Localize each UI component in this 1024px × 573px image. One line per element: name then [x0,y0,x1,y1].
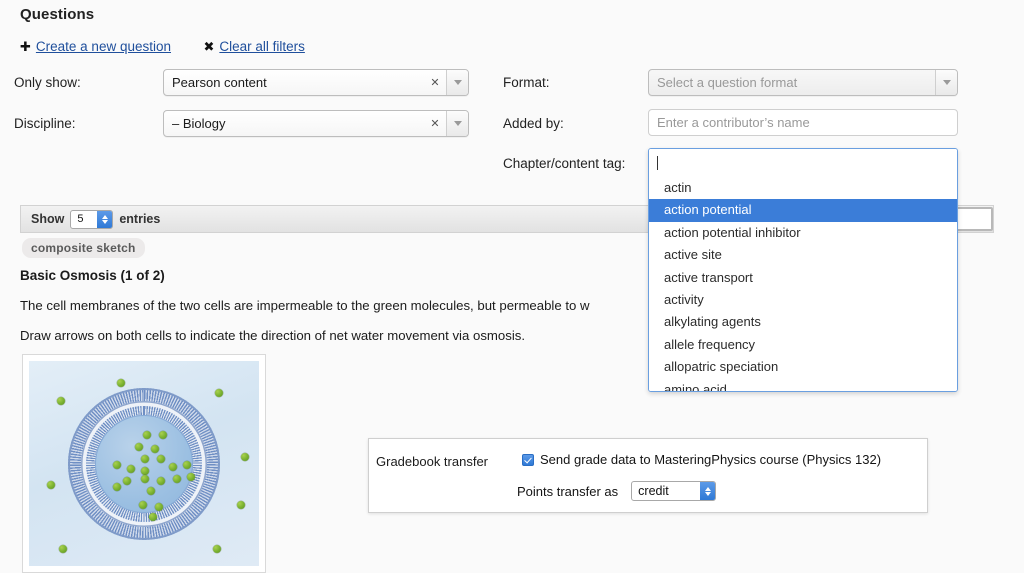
gradebook-transfer-label: Gradebook transfer [376,454,488,469]
list-item[interactable]: action potential inhibitor [649,222,957,244]
only-show-clear-icon[interactable]: ✕ [424,70,446,95]
stepper-icon[interactable] [700,482,715,500]
question-title: Basic Osmosis (1 of 2) [20,268,165,283]
page-title: Questions [20,6,94,23]
list-item[interactable]: activity [649,289,957,311]
clear-all-filters-label: Clear all filters [219,39,305,54]
entries-per-page-select[interactable]: 5 [70,210,113,229]
osmosis-cell-figure [22,354,266,573]
question-line-2: Draw arrows on both cells to indicate th… [20,328,525,343]
points-transfer-label: Points transfer as [517,484,618,499]
discipline-dropdown-button[interactable] [446,111,468,136]
status-badge: composite sketch [22,238,145,258]
added-by-placeholder: Enter a contributor’s name [649,110,957,135]
page-actions: ✚ Create a new question ✖ Clear all filt… [20,38,333,56]
list-item[interactable]: allopatric speciation [649,356,957,378]
chevron-down-icon [943,80,951,85]
list-item[interactable]: active site [649,244,957,266]
chevron-down-icon [454,121,462,126]
only-show-value: Pearson content [164,70,424,95]
format-field[interactable]: Select a question format [648,69,958,96]
only-show-label: Only show: [14,75,81,90]
entries-label: entries [119,212,160,226]
format-dropdown-button[interactable] [935,70,957,95]
send-grade-data-row[interactable]: Send grade data to MasteringPhysics cour… [522,452,881,467]
only-show-field[interactable]: Pearson content ✕ [163,69,469,96]
list-item[interactable]: alkylating agents [649,311,957,333]
discipline-clear-icon[interactable]: ✕ [424,111,446,136]
chevron-down-icon [454,80,462,85]
show-label: Show [31,212,64,226]
chapter-tag-label: Chapter/content tag: [503,156,625,171]
send-grade-data-checkbox[interactable] [522,454,534,466]
added-by-field[interactable]: Enter a contributor’s name [648,109,958,136]
close-icon: ✖ [203,40,214,53]
search-input[interactable] [955,207,993,231]
stepper-icon[interactable] [97,211,112,228]
points-transfer-select[interactable]: credit [631,481,716,501]
discipline-label: Discipline: [14,116,76,131]
list-item[interactable]: allele frequency [649,334,957,356]
added-by-label: Added by: [503,116,564,131]
format-placeholder: Select a question format [649,70,935,95]
cell-diagram-icon [29,361,259,566]
chapter-tag-input[interactable] [649,149,957,177]
list-item[interactable]: amino acid [649,379,957,391]
entries-per-page-value: 5 [71,211,97,228]
format-label: Format: [503,75,550,90]
autocomplete-list[interactable]: actin action potential action potential … [649,177,957,391]
text-cursor-icon [657,156,658,170]
discipline-field[interactable]: – Biology ✕ [163,110,469,137]
plus-icon: ✚ [20,40,31,53]
points-transfer-value: credit [632,482,700,500]
chapter-tag-autocomplete[interactable]: actin action potential action potential … [648,148,958,392]
question-line-1: The cell membranes of the two cells are … [20,298,590,313]
create-new-question-label: Create a new question [36,39,171,54]
clear-all-filters-link[interactable]: ✖ Clear all filters [203,39,304,54]
send-grade-data-label: Send grade data to MasteringPhysics cour… [540,452,881,467]
questions-page: Questions ✚ Create a new question ✖ Clea… [0,0,1024,573]
list-item[interactable]: active transport [649,267,957,289]
gradebook-transfer-panel: Gradebook transfer Send grade data to Ma… [368,438,928,513]
list-item[interactable]: actin [649,177,957,199]
only-show-dropdown-button[interactable] [446,70,468,95]
list-item[interactable]: action potential [649,199,957,221]
discipline-value: – Biology [164,111,424,136]
points-transfer-row: Points transfer as credit [517,481,722,501]
create-new-question-link[interactable]: ✚ Create a new question [20,39,171,54]
